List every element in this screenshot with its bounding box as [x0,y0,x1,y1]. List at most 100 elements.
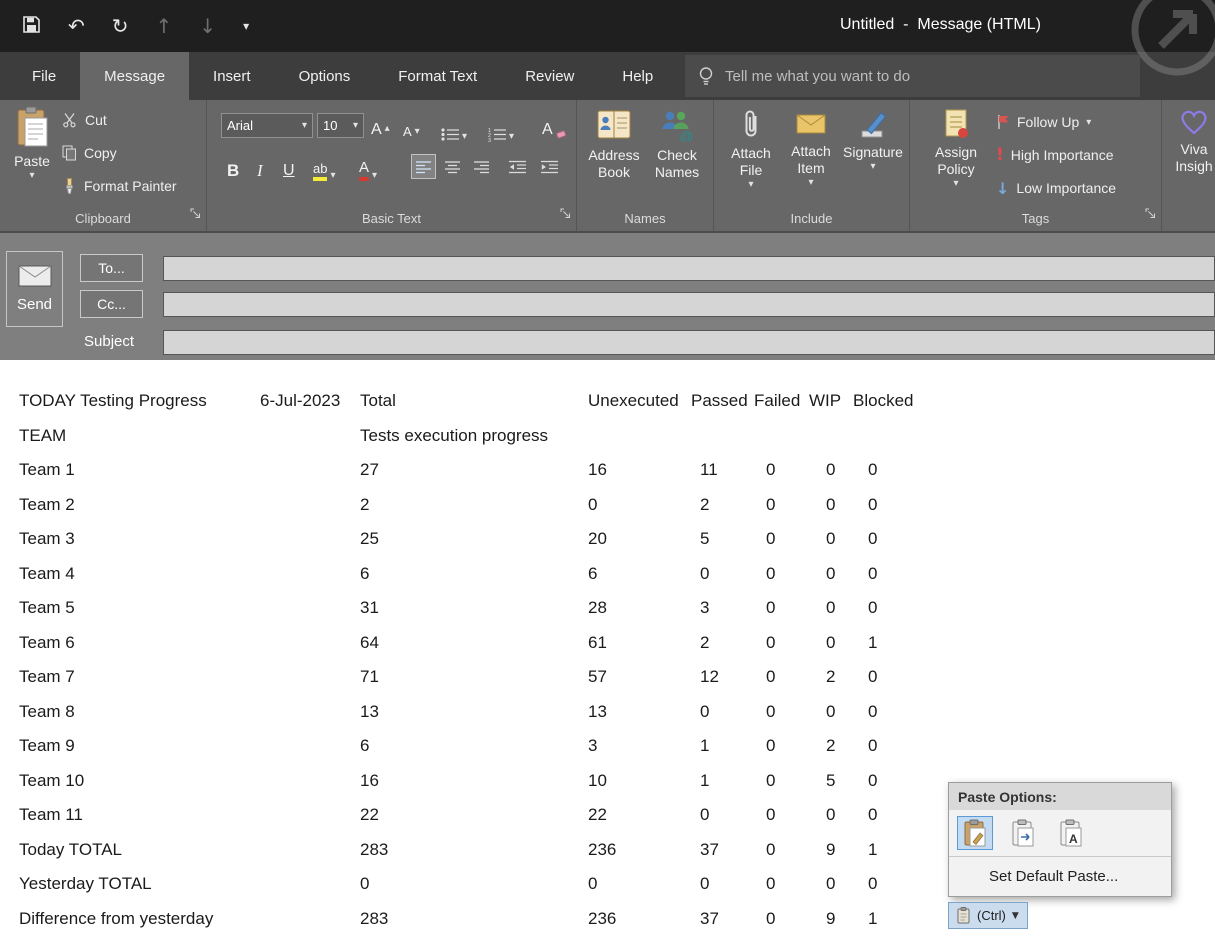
cell-blocked: 0 [868,736,878,755]
check-names-button[interactable]: @ Check Names [647,108,707,181]
paste-options-popup: Paste Options: A Set Default Paste... [948,782,1172,897]
attach-file-button[interactable]: Attach File ▾ [724,108,778,190]
address-book-button[interactable]: Address Book [583,108,645,181]
paste-keep-source-formatting-button[interactable] [957,816,993,850]
paste-label: Paste [14,153,50,169]
decrease-indent-button[interactable] [505,154,530,179]
attach-item-label: Attach Item [791,143,831,176]
cell-total: 6 [360,563,370,583]
assign-policy-button[interactable]: Assign Policy ▾ [928,108,984,189]
cell-passed: 0 [700,701,710,721]
undo-icon[interactable]: ↶ [68,16,85,36]
header-wip: WIP [809,391,842,410]
paste-merge-formatting-button[interactable] [1005,816,1041,850]
high-importance-button[interactable]: ! High Importance [996,143,1113,167]
to-field[interactable] [163,256,1215,281]
table-subheader-row: TEAM Tests execution progress [0,419,1215,454]
high-importance-icon: ! [996,145,1004,165]
clipboard-dialog-launcher[interactable] [190,206,201,224]
table-row: Team 9 6 3 1 0 2 0 [0,729,1215,764]
save-button[interactable] [22,15,41,37]
increase-indent-button[interactable] [537,154,562,179]
cell-blocked: 0 [868,460,878,479]
cell-blocked: 1 [868,908,878,928]
italic-button[interactable]: I [257,155,263,181]
align-center-button[interactable] [440,154,465,179]
text-highlight-button[interactable]: ab ▾ [313,155,336,181]
cell-total: 283 [360,839,389,859]
font-color-button[interactable]: A ▾ [359,155,377,181]
chevron-down-icon: ▾ [352,120,358,131]
save-icon [23,16,40,33]
tab-message[interactable]: Message [80,52,190,100]
redo-icon[interactable]: ↻ [112,16,129,36]
paste-options-ctrl-button[interactable]: (Ctrl) ▼ [948,902,1028,929]
move-up-icon[interactable]: ↑ [156,16,173,36]
lightbulb-icon [699,66,713,85]
tab-insert[interactable]: Insert [189,52,275,100]
svg-text:@: @ [680,128,694,142]
viva-insights-button[interactable]: Viva Insigh [1170,108,1215,175]
keep-text-only-icon: A [1060,819,1082,847]
paste-keep-text-only-button[interactable]: A [1053,816,1089,850]
increase-indent-icon [541,160,558,173]
cell-team: Today TOTAL [19,839,122,859]
cell-total: 27 [360,460,379,479]
set-default-paste-menu-item[interactable]: Set Default Paste... [949,857,1171,895]
cc-button[interactable]: Cc... [80,290,143,318]
tab-review[interactable]: Review [501,52,598,100]
font-size-select[interactable]: 10 ▾ [317,113,364,138]
basic-text-dialog-launcher[interactable] [560,206,571,224]
cell-failed: 0 [766,908,776,928]
grow-font-button[interactable]: A ▴ [371,113,390,139]
font-name-select[interactable]: Arial ▾ [221,113,313,138]
subject-field[interactable] [163,330,1215,355]
low-importance-button[interactable]: ↓ Low Importance [996,176,1116,200]
format-painter-button[interactable]: Format Painter [62,174,177,198]
address-book-icon [597,110,631,139]
tags-dialog-launcher[interactable] [1145,206,1156,224]
assign-policy-label: Assign Policy [934,144,978,177]
underline-button[interactable]: U [283,155,295,181]
copy-button[interactable]: Copy [62,141,117,165]
paste-button[interactable]: Paste ▾ [6,106,58,181]
tab-help[interactable]: Help [598,52,677,100]
follow-up-button[interactable]: Follow Up ▾ [996,110,1091,134]
svg-text:3: 3 [488,138,491,142]
address-book-label: Address Book [588,147,640,180]
align-right-button[interactable] [469,154,494,179]
assign-policy-icon [945,109,968,138]
cell-passed: 1 [700,770,710,790]
cc-field[interactable] [163,292,1215,317]
table-header-row: TODAY Testing Progress 6-Jul-2023 Total … [0,384,1215,419]
align-left-button[interactable] [411,154,436,179]
cell-blocked: 0 [868,494,878,514]
check-names-label: Check Names [654,147,700,180]
header-total: Total [360,391,396,410]
customize-quick-access-icon[interactable]: ▾ [243,16,249,36]
cell-failed: 0 [766,460,776,479]
cell-wip: 2 [826,667,836,686]
underline-label: U [283,162,295,179]
signature-button[interactable]: Signature ▾ [842,108,904,172]
cut-button[interactable]: Cut [62,108,107,132]
send-button[interactable]: Send [6,251,63,327]
shrink-font-button[interactable]: A ▾ [403,115,420,141]
cell-blocked: 1 [868,839,878,859]
tab-options[interactable]: Options [275,52,375,100]
clear-formatting-button[interactable]: A [542,113,566,139]
cell-unexecuted: 57 [588,667,607,686]
attach-item-button[interactable]: Attach Item ▾ [784,108,838,188]
align-right-icon [474,160,489,173]
copy-icon [62,145,76,161]
outlook-compose-window: ↶ ↻ ↑ ↓ ▾ Untitled - Message (HTML) File… [0,0,1215,951]
cell-wip: 0 [826,563,836,583]
bullets-button[interactable]: ▾ [441,116,467,142]
numbering-button[interactable]: 123 ▾ [488,116,514,142]
to-button[interactable]: To... [80,254,143,282]
tab-file[interactable]: File [8,52,80,100]
bold-button[interactable]: B [227,155,239,181]
tell-me-search-box[interactable]: Tell me what you want to do [685,55,1140,97]
move-down-icon[interactable]: ↓ [199,16,216,36]
tab-format-text[interactable]: Format Text [374,52,501,100]
